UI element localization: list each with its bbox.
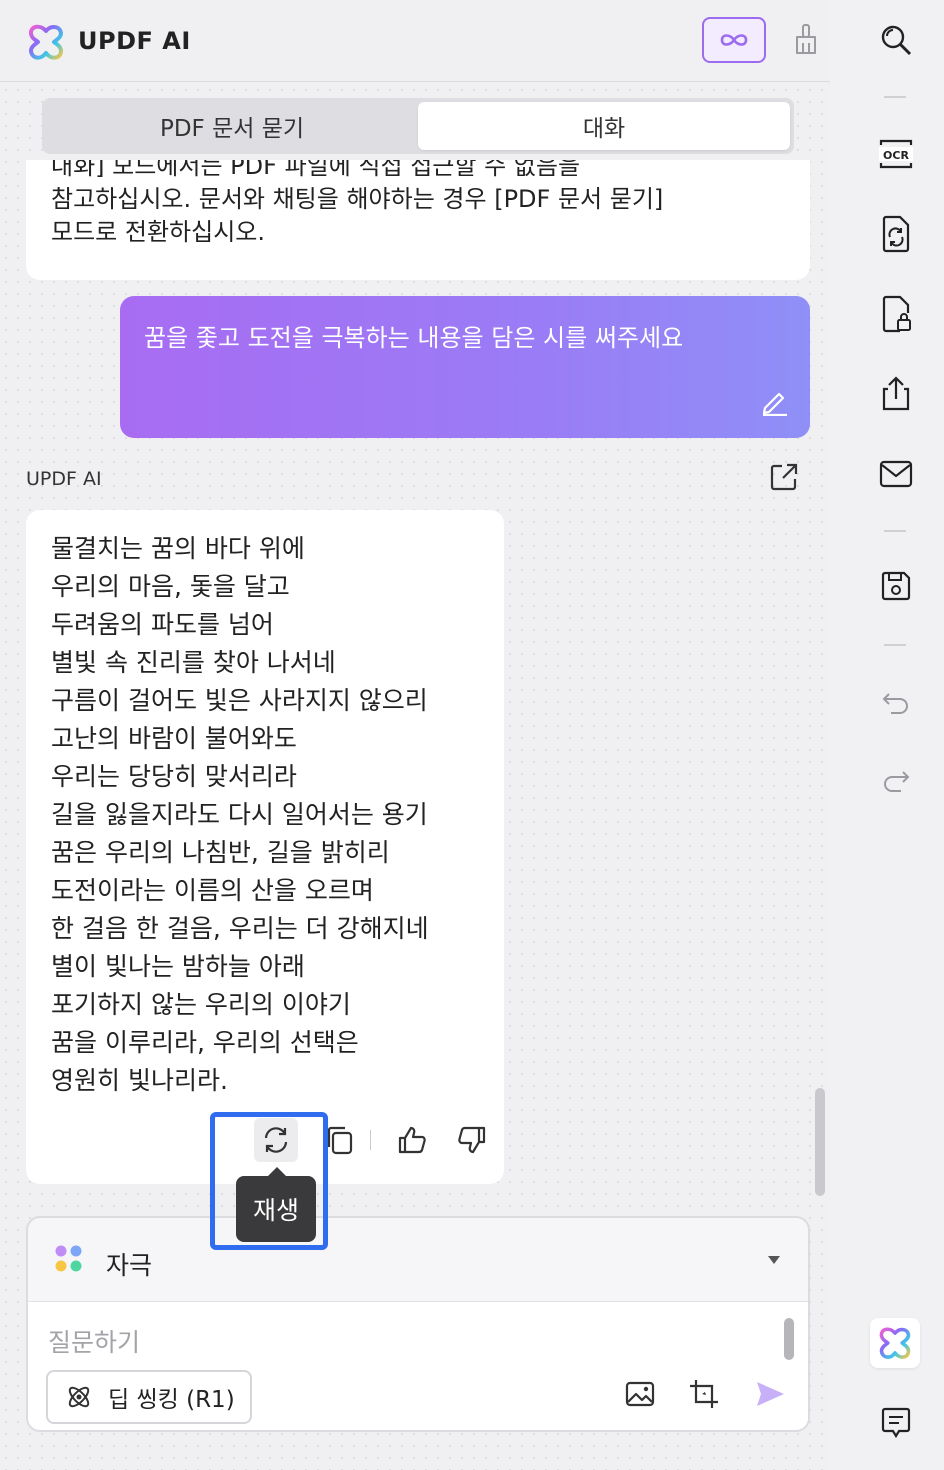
deep-thinking-label: 딥 씽킹 (R1) <box>108 1387 235 1413</box>
poem-line: 길을 잃을지라도 다시 일어서는 용기 <box>51 800 428 829</box>
prompt-selector[interactable]: 자극 <box>28 1218 808 1302</box>
like-button[interactable] <box>390 1118 434 1162</box>
poem-line: 우리는 당당히 맞서리라 <box>51 762 297 791</box>
prompt-dots-icon <box>54 1244 84 1274</box>
poem-line: 꿈을 이루리라, 우리의 선택은 <box>51 1028 359 1057</box>
toolbar-divider <box>884 96 906 98</box>
app-window: UPDF AI PDF 문서 묻기 대화 대화] 모드에서는 PDF 파일에 직… <box>0 0 944 1470</box>
user-message-text: 꿈을 좇고 도전을 극복하는 내용을 담은 시를 써주세요 <box>144 324 684 352</box>
edit-icon[interactable] <box>760 386 790 416</box>
image-icon <box>625 1381 655 1407</box>
screenshot-button[interactable] <box>686 1376 722 1412</box>
chevron-down-icon[interactable] <box>766 1254 782 1266</box>
ai-assistant-panel: UPDF AI PDF 문서 묻기 대화 대화] 모드에서는 PDF 파일에 직… <box>0 0 830 1470</box>
updf-logo-icon <box>26 22 66 62</box>
comment-icon[interactable] <box>876 1402 916 1442</box>
send-button[interactable] <box>752 1376 788 1412</box>
system-notice-line: 모드로 전환하십시오. <box>51 218 265 246</box>
poem-line: 한 걸음 한 걸음, 우리는 더 강해지네 <box>51 914 429 943</box>
prompt-label: 자극 <box>106 1251 153 1280</box>
infinity-icon <box>720 34 748 46</box>
toolbar-divider <box>884 530 906 532</box>
input-box: 자극 딥 씽킹 (R1) <box>26 1216 810 1432</box>
copy-icon <box>327 1126 353 1155</box>
system-notice-card: 대화] 모드에서는 PDF 파일에 직접 접근할 수 없음을 참고하십시오. 문… <box>26 160 810 280</box>
panel-header: UPDF AI <box>0 0 830 82</box>
updf-ai-icon[interactable] <box>870 1318 920 1368</box>
infinity-button[interactable] <box>702 17 766 63</box>
poem-line: 별빛 속 진리를 찾아 나서네 <box>51 648 336 677</box>
thumbs-down-icon <box>458 1126 486 1154</box>
poem-line: 별이 빛나는 밤하늘 아래 <box>51 952 305 981</box>
poem-line: 도전이라는 이름의 산을 오르며 <box>51 876 374 905</box>
right-toolbar: OCR <box>848 0 944 1470</box>
ocr-icon[interactable]: OCR <box>876 134 916 174</box>
protect-icon[interactable] <box>876 294 916 334</box>
question-input[interactable] <box>48 1322 748 1362</box>
ai-response-card: 물결치는 꿈의 바다 위에 우리의 마음, 돛을 달고 두려움의 파도를 넘어 … <box>26 510 504 1184</box>
image-upload-button[interactable] <box>622 1376 658 1412</box>
focus-highlight <box>210 1112 328 1250</box>
poem-line: 꿈은 우리의 나침반, 길을 밝히리 <box>51 838 390 867</box>
mode-tabs: PDF 문서 묻기 대화 <box>42 98 794 154</box>
system-notice-line: 대화] 모드에서는 PDF 파일에 직접 접근할 수 없음을 <box>51 160 581 180</box>
atom-icon <box>68 1386 90 1408</box>
export-icon[interactable] <box>768 461 800 493</box>
poem-line: 물결치는 꿈의 바다 위에 <box>51 534 305 563</box>
tab-chat[interactable]: 대화 <box>418 102 790 150</box>
share-icon[interactable] <box>876 374 916 414</box>
poem-line: 구름이 걸어도 빛은 사라지지 않으리 <box>51 686 428 715</box>
crop-icon <box>690 1380 718 1408</box>
thumbs-up-icon <box>398 1126 426 1154</box>
convert-icon[interactable] <box>876 214 916 254</box>
toolbar-divider <box>884 644 906 646</box>
save-icon[interactable] <box>876 566 916 606</box>
redo-icon[interactable] <box>876 760 916 800</box>
user-message-bubble: 꿈을 좇고 도전을 극복하는 내용을 담은 시를 써주세요 <box>120 296 810 438</box>
poem-line: 우리의 마음, 돛을 달고 <box>51 572 290 601</box>
chat-scrollbar[interactable] <box>815 1088 825 1196</box>
tab-ask-pdf[interactable]: PDF 문서 묻기 <box>46 102 418 150</box>
clear-chat-button[interactable] <box>788 18 824 62</box>
question-area: 딥 씽킹 (R1) <box>28 1302 808 1430</box>
system-notice-line: 참고하십시오. 문서와 채팅을 해야하는 경우 [PDF 문서 묻기] <box>51 185 664 213</box>
app-title: UPDF AI <box>78 27 191 55</box>
svg-text:OCR: OCR <box>883 149 909 162</box>
input-scrollbar[interactable] <box>784 1318 794 1360</box>
send-icon <box>757 1382 784 1406</box>
search-icon[interactable] <box>876 20 916 60</box>
action-divider <box>370 1130 371 1150</box>
poem-line: 영원히 빛나리라. <box>51 1066 228 1095</box>
dislike-button[interactable] <box>450 1118 494 1162</box>
poem-line: 포기하지 않는 우리의 이야기 <box>51 990 351 1019</box>
broom-icon <box>796 24 816 54</box>
undo-icon[interactable] <box>876 682 916 722</box>
poem-line: 고난의 바람이 불어와도 <box>51 724 297 753</box>
mail-icon[interactable] <box>876 454 916 494</box>
chat-area: 대화] 모드에서는 PDF 파일에 직접 접근할 수 없음을 참고하십시오. 문… <box>0 160 830 1200</box>
ai-sender-label: UPDF AI <box>26 468 102 490</box>
poem-line: 두려움의 파도를 넘어 <box>51 610 274 639</box>
deep-thinking-button[interactable]: 딥 씽킹 (R1) <box>46 1370 252 1424</box>
